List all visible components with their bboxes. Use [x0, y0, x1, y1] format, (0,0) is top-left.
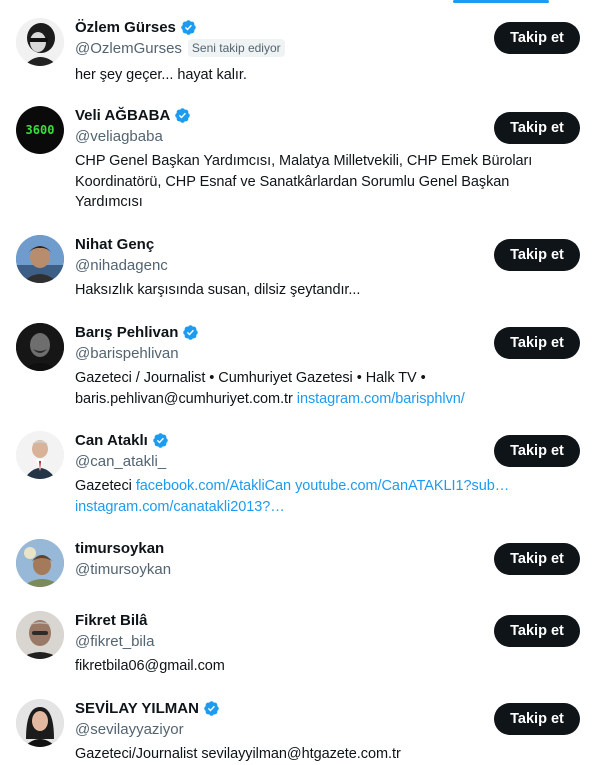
user-bio: Gazeteci facebook.com/AtakliCan youtube.…	[75, 476, 555, 517]
avatar[interactable]	[16, 18, 64, 66]
bio-text: Gazeteci/Journalist sevilayyilman@htgaze…	[75, 746, 401, 762]
user-cell[interactable]: Nihat Genç @nihadagenc Haksızlık karşısı…	[0, 233, 595, 301]
user-cell[interactable]: 3600 Veli AĞBABA @veliagbaba CHP Genel B…	[0, 104, 595, 213]
user-handle[interactable]: @nihadagenc	[75, 257, 168, 274]
user-name[interactable]: Veli AĞBABA	[75, 107, 170, 124]
avatar[interactable]	[16, 539, 64, 587]
user-handle[interactable]: @OzlemGurses	[75, 40, 182, 57]
avatar[interactable]	[16, 611, 64, 659]
user-bio: CHP Genel Başkan Yardımcısı, Malatya Mil…	[75, 151, 579, 213]
user-cell[interactable]: timursoykan @timursoykan Takip et	[0, 537, 595, 587]
user-handle[interactable]: @veliagbaba	[75, 128, 163, 145]
user-bio: fikretbila06@gmail.com	[75, 656, 579, 677]
user-cell[interactable]: Özlem Gürses @OzlemGurses Seni takip edi…	[0, 16, 595, 86]
avatar[interactable]	[16, 699, 64, 747]
avatar[interactable]: 3600	[16, 106, 64, 154]
follow-button[interactable]: Takip et	[494, 435, 580, 467]
user-handle[interactable]: @timursoykan	[75, 561, 171, 578]
user-bio: her şey geçer... hayat kalır.	[75, 65, 579, 86]
bio-link[interactable]: youtube.com/CanATAKLI1?sub…	[295, 478, 509, 494]
bio-text: CHP Genel Başkan Yardımcısı, Malatya Mil…	[75, 153, 533, 210]
user-cell[interactable]: Barış Pehlivan @barispehlivan Gazeteci /…	[0, 321, 595, 409]
user-cell[interactable]: Can Ataklı @can_atakli_ Gazeteci faceboo…	[0, 429, 595, 517]
follow-button[interactable]: Takip et	[494, 703, 580, 735]
user-name[interactable]: timursoykan	[75, 540, 164, 557]
verified-badge-icon	[183, 324, 199, 340]
user-bio: Gazeteci / Journalist • Cumhuriyet Gazet…	[75, 368, 515, 409]
bio-text: her şey geçer... hayat kalır.	[75, 67, 247, 83]
user-name[interactable]: Fikret Bilâ	[75, 612, 148, 629]
verified-badge-icon	[181, 19, 196, 35]
follow-button[interactable]: Takip et	[494, 22, 580, 54]
verified-badge-icon	[153, 432, 168, 448]
user-bio: Haksızlık karşısında susan, dilsiz şeyta…	[75, 280, 579, 301]
bio-text: fikretbila06@gmail.com	[75, 658, 225, 674]
user-name[interactable]: Can Ataklı	[75, 432, 148, 449]
user-name[interactable]: SEVİLAY YILMAN	[75, 700, 199, 717]
follows-you-badge: Seni takip ediyor	[187, 39, 285, 57]
verified-badge-icon	[204, 700, 219, 716]
follow-button[interactable]: Takip et	[494, 239, 580, 271]
user-handle[interactable]: @can_atakli_	[75, 453, 166, 470]
user-name[interactable]: Özlem Gürses	[75, 19, 176, 36]
bio-link[interactable]: facebook.com/AtakliCan	[136, 478, 291, 494]
user-name[interactable]: Nihat Genç	[75, 236, 154, 253]
follow-button[interactable]: Takip et	[494, 615, 580, 647]
user-cell[interactable]: Fikret Bilâ @fikret_bila fikretbila06@gm…	[0, 609, 595, 677]
user-handle[interactable]: @barispehlivan	[75, 345, 179, 362]
user-handle[interactable]: @sevilayyaziyor	[75, 721, 184, 738]
user-handle[interactable]: @fikret_bila	[75, 633, 154, 650]
follow-button[interactable]: Takip et	[494, 112, 580, 144]
bio-link[interactable]: instagram.com/canatakli2013?…	[75, 499, 285, 515]
follow-button[interactable]: Takip et	[494, 327, 580, 359]
bio-link[interactable]: instagram.com/barisphlvn/	[297, 391, 465, 407]
user-name[interactable]: Barış Pehlivan	[75, 324, 178, 341]
bio-text: Haksızlık karşısında susan, dilsiz şeyta…	[75, 282, 361, 298]
avatar-display-text: 3600	[25, 123, 55, 137]
active-tab-indicator	[453, 0, 549, 3]
avatar[interactable]	[16, 235, 64, 283]
user-cell[interactable]: SEVİLAY YILMAN @sevilayyaziyor Gazeteci/…	[0, 697, 595, 765]
bio-text: Gazeteci	[75, 478, 132, 494]
avatar[interactable]	[16, 431, 64, 479]
user-bio: Gazeteci/Journalist sevilayyilman@htgaze…	[75, 744, 579, 765]
verified-badge-icon	[175, 107, 191, 123]
avatar[interactable]	[16, 323, 64, 371]
follow-button[interactable]: Takip et	[494, 543, 580, 575]
